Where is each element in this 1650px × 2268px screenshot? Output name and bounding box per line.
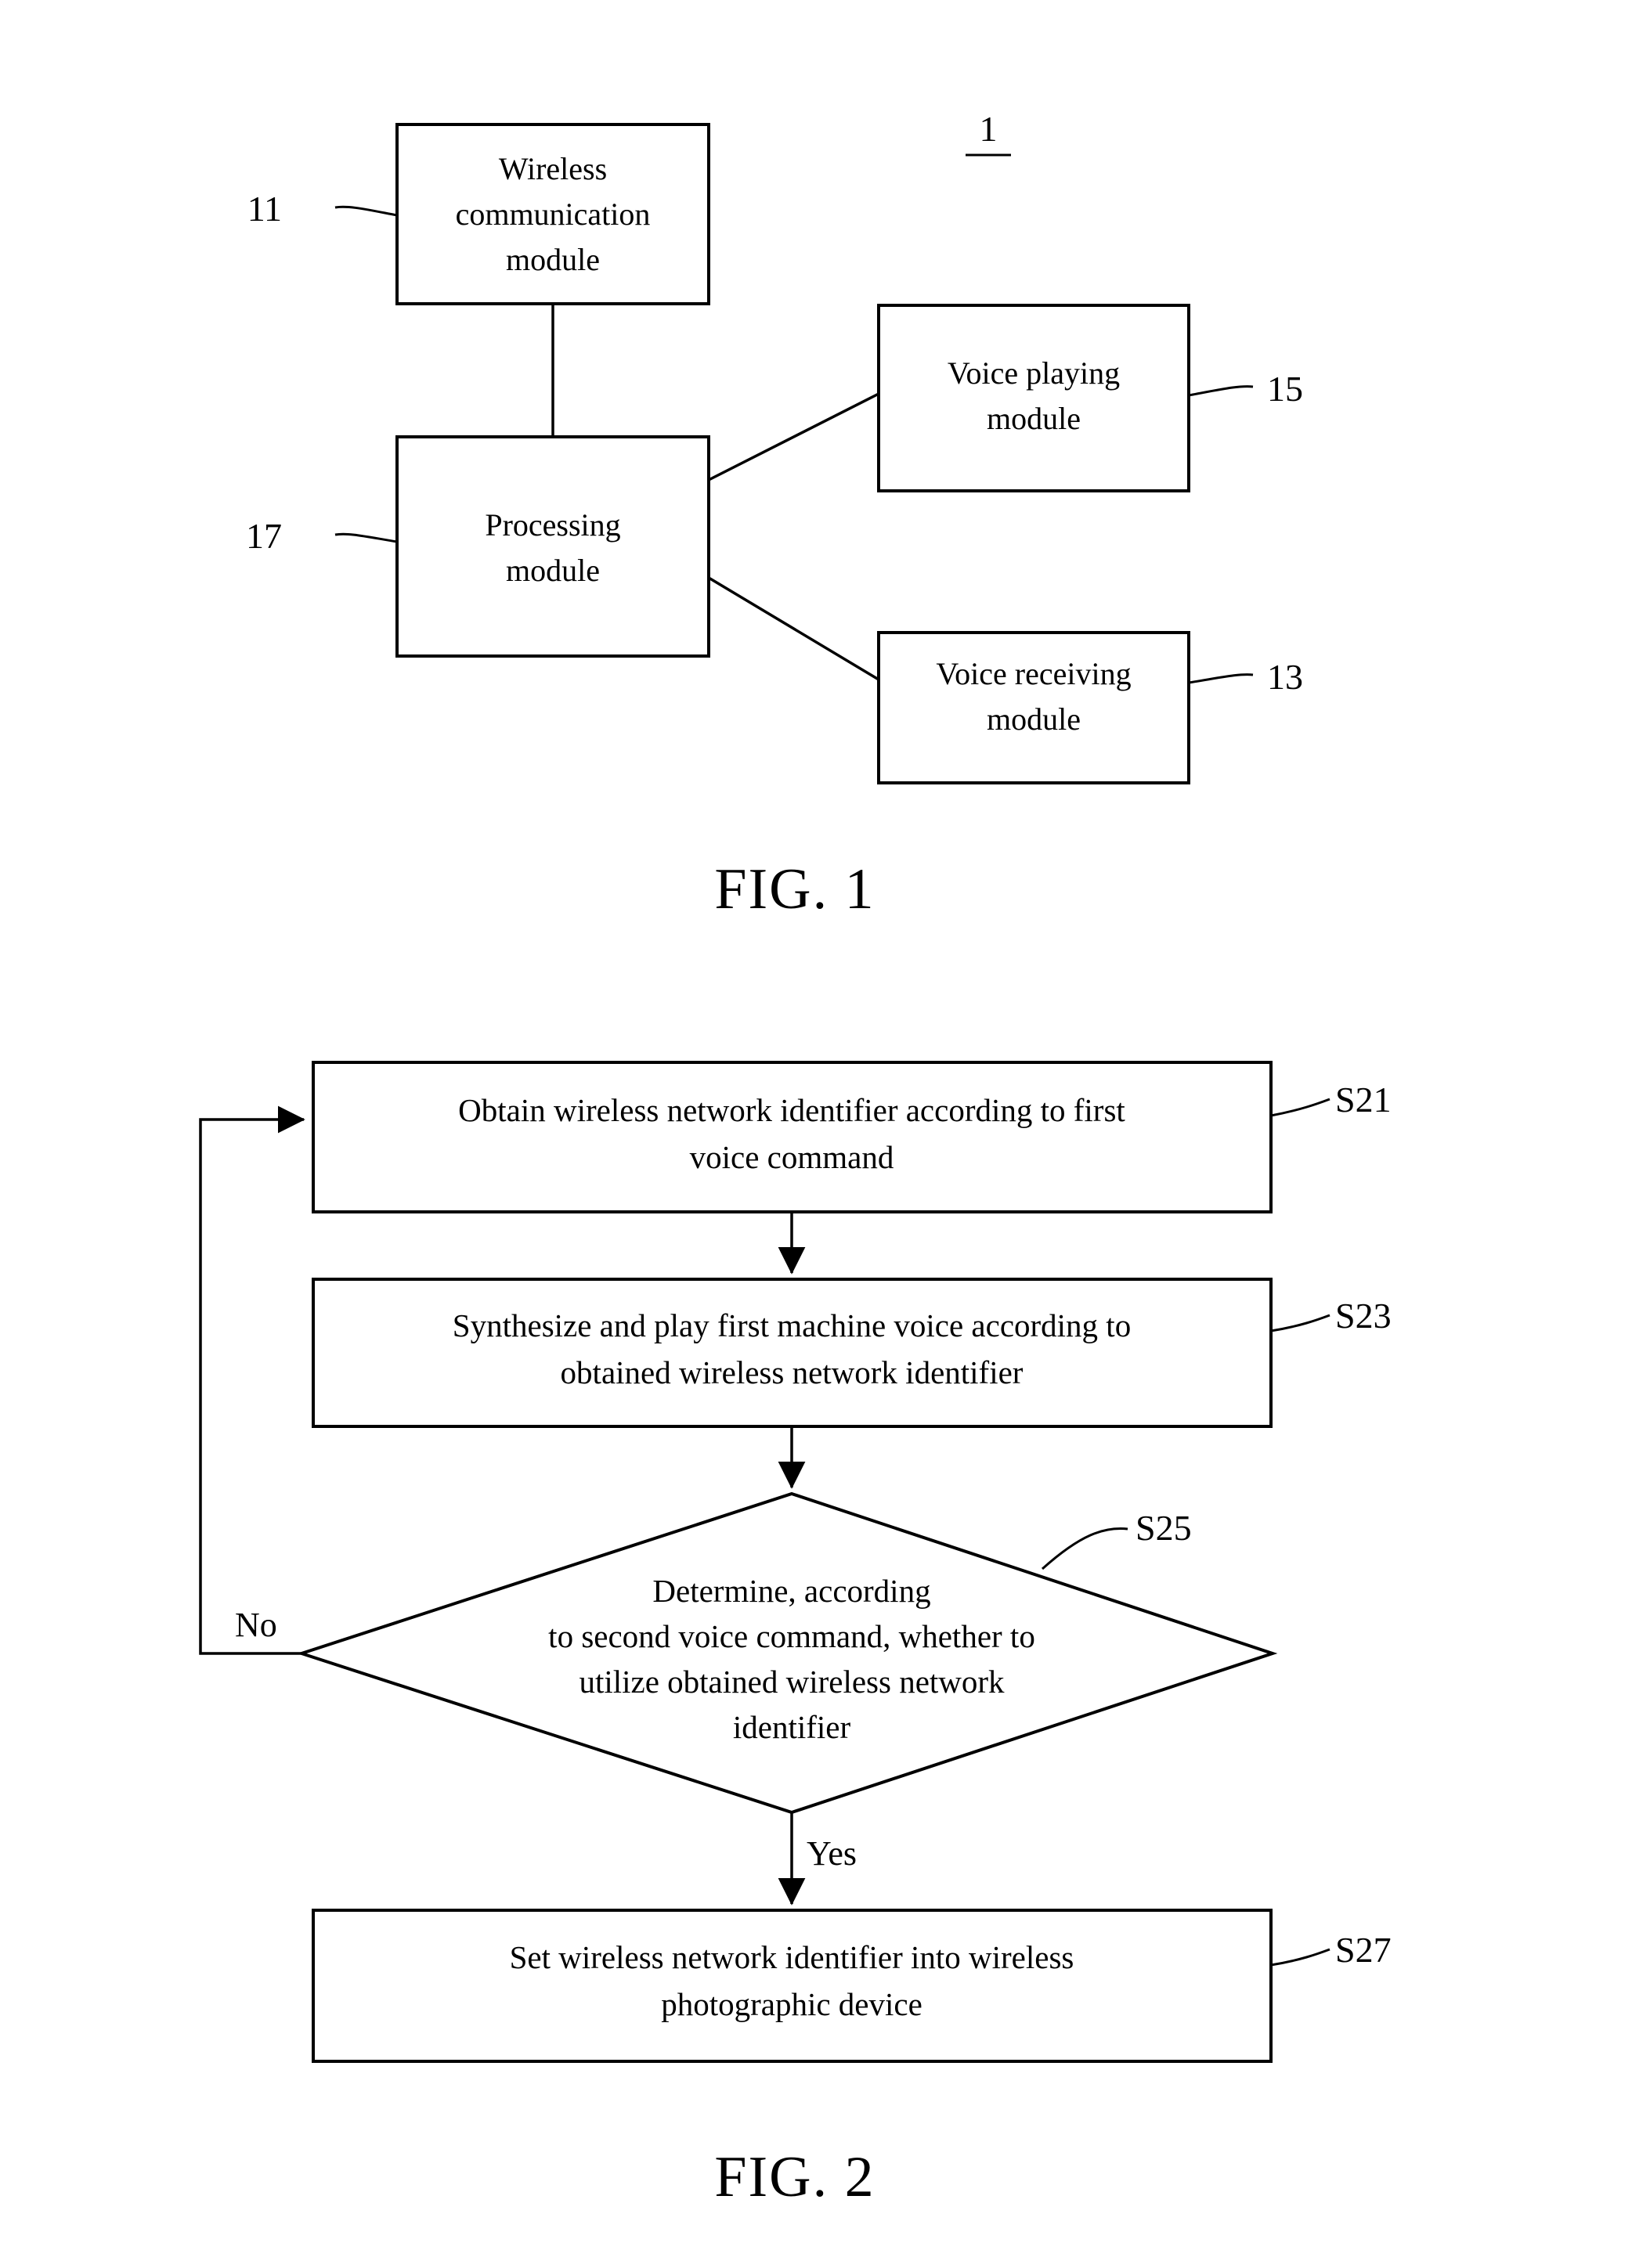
ref-numeral-17: 17: [246, 516, 282, 556]
step-ref-s21: S21: [1335, 1080, 1392, 1120]
ref-numeral-11: 11: [247, 189, 282, 229]
step-box-s21-line1: Obtain wireless network identifier accor…: [458, 1092, 1125, 1128]
connector-processing-to-voice-receiving: [708, 576, 879, 681]
step-box-s21: [312, 1061, 1273, 1213]
ref-numeral-15: 15: [1267, 369, 1303, 409]
decision-diamond-s25-line4: identifier: [733, 1709, 851, 1745]
block-voice-playing-module-label-line2: module: [987, 401, 1081, 436]
block-voice-receiving-module-label-line1: Voice receiving: [936, 656, 1131, 691]
leader-line-s25: [1041, 1527, 1128, 1570]
figure-1-group: 1 Wireless communication module 11 Proce…: [246, 109, 1303, 921]
leader-line-s23: [1270, 1314, 1330, 1332]
leader-line-11: [334, 205, 398, 217]
block-voice-receiving-module-label-line2: module: [987, 701, 1081, 737]
patent-drawing-sheet: 1 Wireless communication module 11 Proce…: [0, 0, 1650, 2268]
connector-processing-to-voice-playing: [708, 392, 879, 481]
branch-label-yes: Yes: [807, 1834, 857, 1873]
step-box-s27-line2: photographic device: [661, 1986, 922, 2022]
decision-diamond-s25-line1: Determine, according: [652, 1573, 930, 1609]
step-box-s21-line2: voice command: [690, 1139, 894, 1175]
branch-label-no: No: [235, 1606, 277, 1644]
block-voice-playing-module-label-line1: Voice playing: [948, 355, 1120, 391]
block-processing-module: [395, 435, 710, 658]
leader-line-13: [1188, 673, 1254, 684]
block-wireless-communication-module-label-line3: module: [506, 242, 600, 277]
step-box-s23: [312, 1278, 1273, 1428]
leader-line-15: [1188, 385, 1254, 397]
block-voice-playing-module: [877, 304, 1190, 492]
block-wireless-communication-module-label-line2: communication: [456, 197, 651, 232]
step-box-s23-line2: obtained wireless network identifier: [561, 1354, 1024, 1390]
ref-numeral-13: 13: [1267, 657, 1303, 697]
step-box-s23-line1: Synthesize and play first machine voice …: [453, 1307, 1131, 1343]
figure-2-caption: FIG. 2: [714, 2145, 875, 2209]
step-ref-s25: S25: [1136, 1508, 1192, 1548]
leader-line-s21: [1270, 1098, 1330, 1117]
decision-diamond-s25-line2: to second voice command, whether to: [548, 1618, 1035, 1654]
leader-line-17: [334, 532, 398, 543]
leader-line-s27: [1270, 1948, 1330, 1967]
figure-2-group: Obtain wireless network identifier accor…: [199, 1061, 1392, 2209]
block-wireless-communication-module-label-line1: Wireless: [499, 151, 607, 186]
connector-no-feedback-loop: [199, 1105, 305, 1655]
block-processing-module-label-line2: module: [506, 553, 600, 588]
step-box-s27-line1: Set wireless network identifier into wir…: [510, 1939, 1074, 1975]
step-ref-s27: S27: [1335, 1930, 1392, 1970]
decision-diamond-s25-line3: utilize obtained wireless network: [579, 1664, 1005, 1700]
drawing-canvas: 1 Wireless communication module 11 Proce…: [199, 109, 1392, 2209]
figure-1-caption: FIG. 1: [714, 857, 875, 921]
block-processing-module-label-line1: Processing: [485, 507, 620, 543]
step-ref-s23: S23: [1335, 1296, 1392, 1336]
system-ref-numeral: 1: [980, 109, 998, 149]
